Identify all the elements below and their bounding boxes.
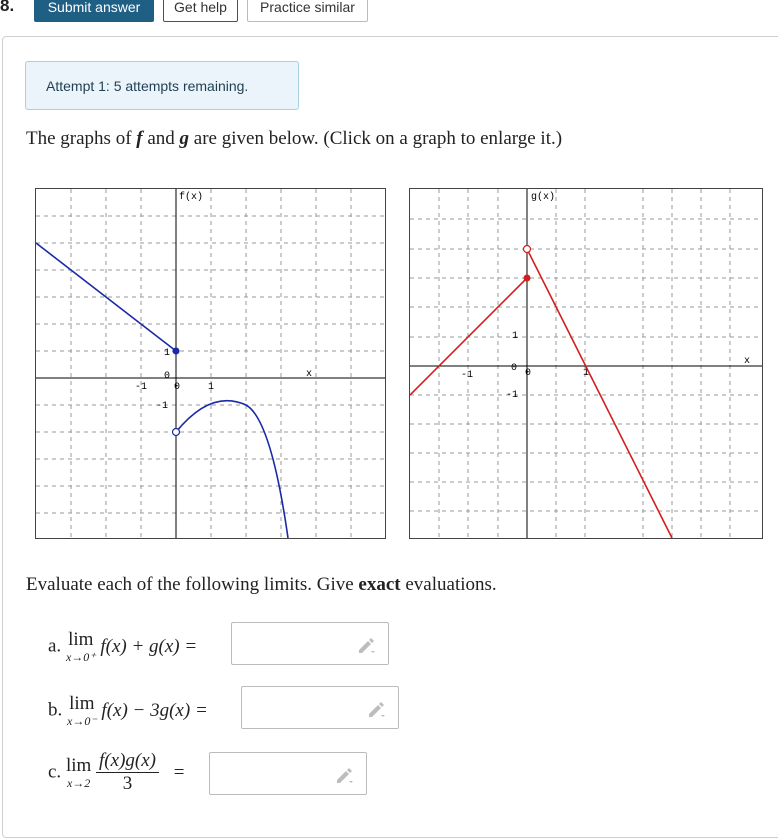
graph-f-tick-0: 0	[174, 382, 180, 393]
part-c-label: c.	[48, 761, 62, 783]
evaluate-exact: exact	[358, 574, 401, 595]
part-b: b. lim x→0⁻ f(x) − 3g(x) =	[48, 694, 208, 727]
graph-g-tick-y1: 1	[512, 331, 518, 342]
graph-g-tick-y0: 0	[511, 363, 517, 374]
part-a-label: a.	[48, 635, 62, 657]
part-b-sub: x→0⁻	[67, 714, 97, 728]
f-right-branch	[175, 399, 289, 538]
part-c-sub: x→2	[66, 776, 91, 790]
part-c: c. lim x→2 f(x)g(x) 3 =	[48, 750, 184, 795]
part-b-answer-input[interactable]	[241, 686, 399, 729]
graph-g[interactable]: g(x) x -1 0 1 1 0 -1	[409, 188, 763, 539]
pencil-icon	[359, 638, 375, 653]
part-c-numerator: f(x)g(x)	[96, 750, 159, 773]
part-a-sub: x→0⁺	[65, 650, 96, 664]
graph-f-tick-1: 1	[208, 382, 214, 393]
part-a: a. lim x→0⁺ f(x) + g(x) =	[48, 630, 197, 663]
graph-g-tick-neg1: -1	[461, 370, 473, 381]
attempt-status: Attempt 1: 5 attempts remaining.	[25, 61, 299, 110]
graph-f-xlabel: x	[306, 369, 312, 380]
prompt-text-1: The graphs of	[26, 128, 137, 149]
evaluate-instructions: Evaluate each of the following limits. G…	[26, 574, 497, 596]
part-b-label: b.	[48, 699, 63, 721]
part-c-lim: lim	[65, 755, 92, 776]
g-symbol: g	[179, 128, 190, 149]
part-a-answer-input[interactable]	[231, 622, 389, 665]
get-help-button[interactable]: Get help	[163, 0, 238, 22]
graph-f-grid	[36, 189, 385, 538]
graph-f[interactable]: f(x) x -1 0 1 1 0 -1	[35, 188, 386, 539]
f-closed-point	[172, 347, 180, 355]
g-closed-point	[523, 274, 531, 282]
part-a-expr: f(x) + g(x) =	[100, 635, 198, 657]
part-c-denominator: 3	[122, 773, 133, 794]
graph-f-ylabel: f(x)	[179, 191, 203, 203]
graph-g-svg: g(x) x -1 0 1 1 0 -1	[410, 189, 762, 538]
g-right-branch	[526, 248, 673, 538]
prompt-text-3: are given below. (Click on a graph to en…	[189, 128, 563, 149]
graph-g-xlabel: x	[744, 356, 750, 367]
pencil-icon	[369, 702, 385, 717]
part-c-equals: =	[173, 761, 185, 783]
practice-similar-button[interactable]: Practice similar	[247, 0, 368, 22]
part-b-lim: lim	[69, 693, 95, 714]
part-b-limit: lim x→0⁻	[67, 694, 97, 727]
part-c-answer-input[interactable]	[209, 752, 367, 795]
prompt-text-2: and	[142, 128, 180, 149]
f-open-point	[171, 427, 181, 437]
graph-f-svg: f(x) x -1 0 1 1 0 -1	[36, 189, 385, 538]
evaluate-text-2: evaluations.	[400, 574, 497, 595]
graph-g-tick-yneg1: -1	[506, 390, 518, 401]
part-a-lim: lim	[68, 629, 94, 650]
evaluate-text-1: Evaluate each of the following limits. G…	[26, 574, 359, 595]
question-number: 8.	[0, 0, 15, 15]
graph-f-tick-yneg1: -1	[156, 401, 168, 412]
problem-prompt: The graphs of f and g are given below. (…	[26, 128, 562, 150]
graph-g-grid	[410, 189, 762, 538]
submit-answer-button[interactable]: Submit answer	[34, 0, 154, 22]
graph-f-tick-neg1: -1	[135, 382, 147, 393]
g-open-point	[522, 244, 532, 254]
attempt-text: Attempt 1: 5 attempts remaining.	[46, 77, 249, 94]
pencil-icon	[337, 768, 353, 783]
part-c-limit: lim x→2	[66, 756, 91, 789]
part-b-expr: f(x) − 3g(x) =	[101, 699, 208, 721]
part-a-limit: lim x→0⁺	[66, 630, 96, 663]
graph-f-tick-y0: 0	[164, 371, 170, 382]
graph-g-ylabel: g(x)	[531, 191, 555, 203]
part-c-fraction: f(x)g(x) 3	[96, 750, 159, 795]
graph-g-tick-0: 0	[525, 368, 531, 379]
graph-f-tick-y1: 1	[164, 348, 170, 359]
